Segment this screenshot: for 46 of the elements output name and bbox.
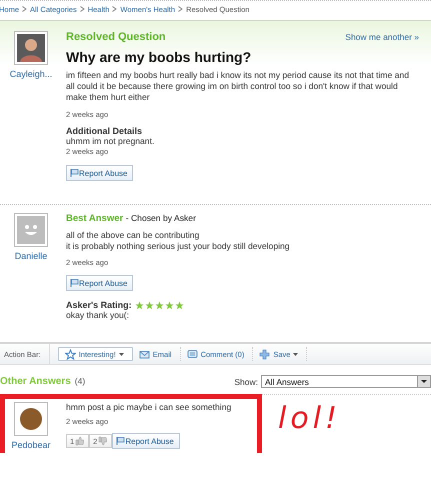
report-abuse-button[interactable]: Report Abuse [112,433,180,449]
envelope-icon [138,348,150,360]
star-icon [174,300,184,310]
dropdown-value: All Answers [265,376,309,386]
additional-details-text: uhmm im not pregnant. [66,136,156,146]
avatar-icon [14,402,48,436]
status-title: Resolved Question [66,31,166,43]
chevron-icon [178,6,184,12]
flag-icon [70,168,79,178]
show-label: Show: [234,376,258,386]
author-name[interactable]: Danielle [14,251,48,261]
thumbs-down-icon [98,436,108,446]
chevron-icon [22,6,28,12]
question-text: im fifteen and my boobs hurt really bad i know its not my period cause its not that time and all could it be because there growing im on birth control too so i don't know if that would make them hurt either [66,70,410,103]
best-answer-label: Best Answer [66,213,124,224]
plus-icon [259,348,270,360]
star-icon [134,300,144,310]
rating-comment: okay thank you(: [66,310,130,320]
star-icon [164,300,174,310]
flag-icon [70,278,79,288]
answer-count: (4) [74,376,86,386]
speech-bubble-icon [186,348,198,360]
chevron-icon [80,6,85,12]
caret-icon [421,380,427,383]
answer-text: all of the above can be contributing it is probably nothing serious just your body still developing [66,230,291,251]
flag-icon [116,436,126,446]
handwritten-note: lol! [278,401,342,436]
report-abuse-button[interactable]: Report Abuse [66,275,134,291]
star-icon [64,348,76,360]
show-another-link[interactable]: Show me another » [345,32,419,42]
thumbs-up-icon [75,436,86,446]
star-icon [154,300,164,310]
chosen-by-text: - Chosen by Asker [126,213,196,223]
author-name[interactable]: Pedobear [11,440,51,450]
additional-details-heading: Additional Details [66,126,144,136]
smiley-avatar-icon [14,213,48,247]
avatar-icon [14,31,48,65]
report-abuse-button[interactable]: Report Abuse [66,165,134,181]
question-title: Why are my boobs hurting? [66,49,252,65]
answer-filter-dropdown[interactable]: All Answers [261,375,431,388]
section-title: Other Answers [0,376,71,387]
chevron-icon [112,6,118,12]
answer-text: hmm post a pic maybe i can see something [66,402,232,412]
author-name[interactable]: Cayleigh... [10,69,52,79]
star-icon [144,300,154,310]
rating-label: Asker's Rating: [66,300,132,310]
